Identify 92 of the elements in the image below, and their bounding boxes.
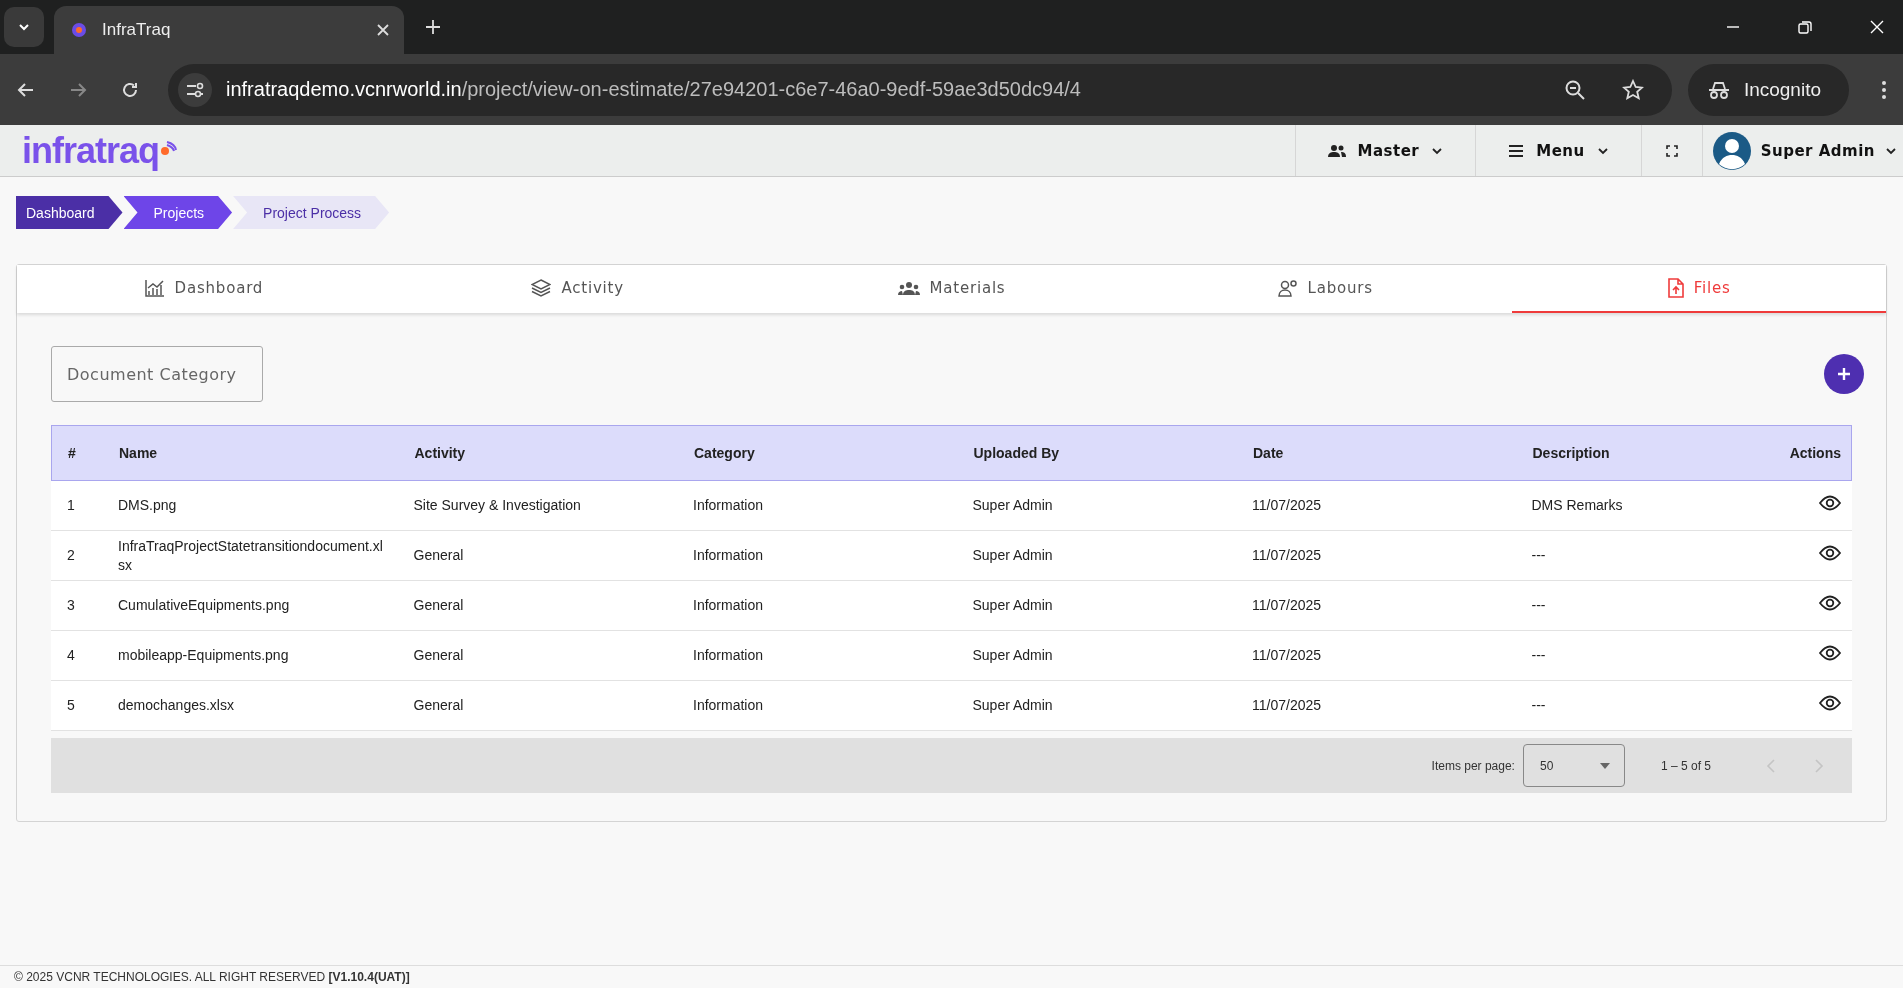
table-cell-text: 2: [66, 546, 76, 565]
table-cell-text: 5: [66, 696, 76, 715]
copyright-text: © 2025 VCNR TECHNOLOGIES. ALL RIGHT RESERVED [V1.10.4(UAT)]: [14, 970, 410, 984]
eye-icon[interactable]: [1819, 695, 1841, 711]
section-tab[interactable]: Labours: [1138, 265, 1513, 313]
table-cell-text: ---: [1530, 646, 1547, 665]
eye-icon[interactable]: [1819, 545, 1841, 561]
site-settings-icon[interactable]: [178, 72, 212, 107]
column-header: #: [67, 443, 77, 463]
bookmark-star-icon[interactable]: [1621, 78, 1644, 101]
table-cell-text: 11/07/2025: [1251, 646, 1323, 665]
section-tab[interactable]: Files: [1512, 265, 1886, 313]
add-button[interactable]: [1824, 354, 1864, 394]
close-icon[interactable]: [376, 23, 390, 37]
zoom-out-icon[interactable]: [1563, 78, 1586, 101]
master-menu-button[interactable]: Master: [1294, 125, 1476, 176]
plus-icon: [1836, 366, 1852, 382]
table-cell-text: DMS Remarks: [1530, 496, 1624, 515]
section-tab[interactable]: Dashboard: [17, 265, 391, 313]
table-cell-text: General: [412, 596, 465, 615]
app-favicon-icon: [70, 21, 88, 39]
avatar-icon: [1712, 131, 1751, 170]
eye-icon[interactable]: [1819, 495, 1841, 511]
layers-icon: [531, 279, 552, 297]
table-cell-text: mobileapp-Equipments.png: [118, 646, 290, 665]
table-cell-text: Site Survey & Investigation: [412, 496, 582, 515]
chart-icon: [144, 279, 165, 297]
table-cell-text: Information: [692, 496, 765, 515]
table-cell-text: General: [412, 646, 465, 665]
table-cell-text: 4: [66, 646, 76, 665]
column-header: Uploaded By: [972, 443, 1061, 463]
table-cell-text: 11/07/2025: [1251, 546, 1323, 565]
page-range: 1 – 5 of 5: [1660, 758, 1711, 773]
menu-icon: [1508, 143, 1525, 158]
table-cell-text: 11/07/2025: [1251, 696, 1323, 715]
table-cell-text: Super Admin: [971, 696, 1054, 715]
tab-title: InfraTraq: [102, 20, 172, 40]
table-cell-text: Super Admin: [971, 496, 1054, 515]
table-cell-text: Information: [692, 696, 765, 715]
column-header: Category: [693, 443, 756, 463]
table-cell-text: Information: [692, 596, 765, 615]
page-size-select[interactable]: 50: [1522, 744, 1625, 787]
more-icon[interactable]: [1881, 78, 1887, 101]
table-cell-text: 11/07/2025: [1251, 496, 1323, 515]
breadcrumb-link[interactable]: Project Process: [233, 196, 390, 229]
people-icon: [1327, 143, 1346, 158]
table-cell-text: Information: [692, 546, 765, 565]
fullscreen-icon: [1665, 144, 1678, 157]
browser-tab[interactable]: InfraTraq: [54, 6, 404, 54]
dropdown-arrow-icon: [1599, 762, 1610, 769]
breadcrumb-link[interactable]: Dashboard: [16, 196, 123, 229]
section-tab[interactable]: Materials: [764, 265, 1139, 313]
column-header: Date: [1252, 443, 1285, 463]
table-cell-text: 11/07/2025: [1251, 596, 1323, 615]
user-menu-button[interactable]: Super Admin: [1701, 125, 1903, 176]
items-per-page-label: Items per page:: [1431, 758, 1515, 773]
table-cell-text: Information: [692, 646, 765, 665]
table-cell-text: demochanges.xlsx: [118, 696, 235, 715]
new-tab-icon[interactable]: [424, 18, 442, 36]
table-cell-text: InfraTraqProjectStatetransitiondocument.xlsx: [118, 536, 384, 575]
table-cell-text: General: [412, 546, 465, 565]
address-bar[interactable]: infratraqdemo.vcnrworld.in/project/view-on-estimate/27e94201-c6e7-46a0-9edf-59ae3d50dc94/4: [168, 63, 1672, 116]
table-cell-text: Super Admin: [971, 546, 1054, 565]
group-icon: [897, 280, 920, 296]
file-upload-icon: [1667, 278, 1684, 298]
table-cell-text: 3: [66, 596, 76, 615]
eye-icon[interactable]: [1819, 595, 1841, 611]
restore-icon[interactable]: [1797, 19, 1813, 35]
logo-text: infratraq: [22, 132, 160, 169]
column-header: Name: [119, 443, 159, 463]
table-cell-text: ---: [1530, 596, 1547, 615]
incognito-badge[interactable]: Incognito: [1687, 63, 1849, 116]
eye-icon[interactable]: [1819, 645, 1841, 661]
chevron-down-icon: [1431, 145, 1444, 156]
table-cell-text: Super Admin: [971, 596, 1054, 615]
table-cell-text: CumulativeEquipments.png: [118, 596, 291, 615]
chevron-down-icon: [1596, 145, 1609, 156]
main-menu-button[interactable]: Menu: [1475, 125, 1641, 176]
incognito-icon: [1707, 80, 1730, 99]
table-cell-text: DMS.png: [118, 496, 178, 515]
table-cell-text: 1: [66, 496, 76, 515]
table-cell-text: ---: [1530, 546, 1547, 565]
table-cell-text: Super Admin: [971, 646, 1054, 665]
breadcrumb-link[interactable]: Projects: [123, 196, 233, 229]
column-header: Activity: [413, 443, 467, 463]
section-tab[interactable]: Activity: [390, 265, 765, 313]
table-cell-text: General: [412, 696, 465, 715]
table-cell-text: ---: [1530, 696, 1547, 715]
url-text: infratraqdemo.vcnrworld.in/project/view-on-estimate/27e94201-c6e7-46a0-9edf-59ae3d50dc94/4: [226, 78, 1082, 101]
column-header: Actions: [1789, 443, 1842, 463]
document-category-field[interactable]: Document Category: [51, 346, 263, 402]
chevron-down-icon: [1885, 145, 1897, 156]
